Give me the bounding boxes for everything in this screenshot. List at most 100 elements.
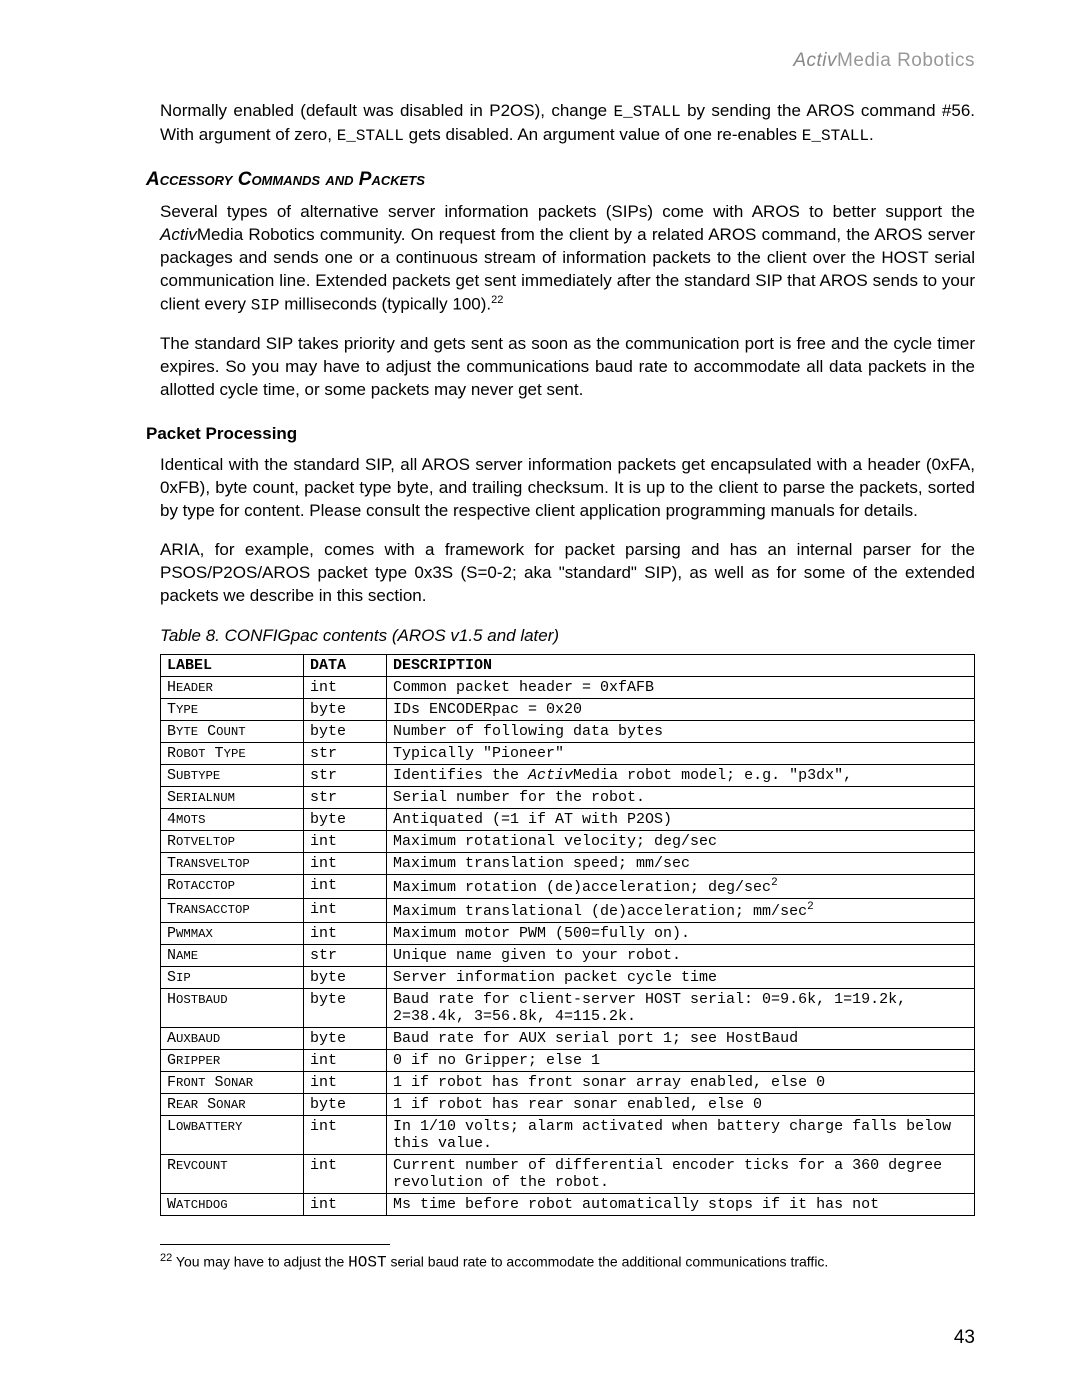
table-row: TYPEbyteIDs ENCODERpac = 0x20 — [161, 698, 975, 720]
table-row: HOSTBAUDbyteBaud rate for client-server … — [161, 988, 975, 1027]
table-row: REAR SONARbyte1 if robot has rear sonar … — [161, 1093, 975, 1115]
table-row: SERIALNUM strSerial number for the robot… — [161, 786, 975, 808]
table-cell-desc: 1 if robot has front sonar array enabled… — [387, 1071, 975, 1093]
table-cell-desc: Baud rate for client-server HOST serial:… — [387, 988, 975, 1027]
footnote-text-b: serial baud rate to accommodate the addi… — [387, 1253, 829, 1269]
table-row: AUXBAUDbyteBaud rate for AUX serial port… — [161, 1027, 975, 1049]
page-number: 43 — [954, 1327, 975, 1349]
table-cell-desc: Serial number for the robot. — [387, 786, 975, 808]
table-cell-desc: IDs ENCODERpac = 0x20 — [387, 698, 975, 720]
table-cell-desc: Maximum motor PWM (500=fully on). — [387, 922, 975, 944]
table-row: LOWBATTERY intIn 1/10 volts; alarm activ… — [161, 1115, 975, 1154]
p1-mono-2: E_STALL — [337, 127, 404, 145]
table-body: HEADERintCommon packet header = 0xfAFBTY… — [161, 676, 975, 1215]
table-cell-data: byte — [304, 988, 387, 1027]
table-cell-data: int — [304, 676, 387, 698]
table-cell-label: ROTACCTOP — [161, 874, 304, 898]
table-cell-label: TYPE — [161, 698, 304, 720]
table-cell-data: int — [304, 830, 387, 852]
table-cell-label: TRANSACCTOP — [161, 898, 304, 922]
table-cell-desc: 0 if no Gripper; else 1 — [387, 1049, 975, 1071]
table-cell-label: ROTVELTOP — [161, 830, 304, 852]
table-row: HEADERintCommon packet header = 0xfAFB — [161, 676, 975, 698]
brand-header: ActivMedia Robotics — [160, 50, 975, 72]
table-cell-data: byte — [304, 698, 387, 720]
packet-paragraph-2: ARIA, for example, comes with a framewor… — [160, 539, 975, 608]
table-cell-label: HEADER — [161, 676, 304, 698]
table-cell-desc: Maximum translation speed; mm/sec — [387, 852, 975, 874]
th-data: DATA — [304, 654, 387, 676]
table-cell-desc: 1 if robot has rear sonar enabled, else … — [387, 1093, 975, 1115]
table-row: BYTE COUNTbyteNumber of following data b… — [161, 720, 975, 742]
table-cell-desc: Identifies the ActivMedia robot model; e… — [387, 764, 975, 786]
table-cell-desc: Common packet header = 0xfAFB — [387, 676, 975, 698]
table-cell-data: byte — [304, 1027, 387, 1049]
table-cell-data: str — [304, 786, 387, 808]
packet-paragraph-1: Identical with the standard SIP, all ARO… — [160, 454, 975, 523]
intro-paragraph-1: Normally enabled (default was disabled i… — [160, 100, 975, 147]
heading-packet-processing: Packet Processing — [146, 424, 975, 444]
footnote-mono: HOST — [348, 1253, 386, 1271]
table-cell-data: str — [304, 944, 387, 966]
p1-text-c: gets disabled. An argument value of one … — [404, 125, 802, 144]
table-cell-desc: Unique name given to your robot. — [387, 944, 975, 966]
p1-text-a: Normally enabled (default was disabled i… — [160, 101, 613, 120]
table-cell-data: int — [304, 1154, 387, 1193]
table-row: NAME strUnique name given to your robot. — [161, 944, 975, 966]
table-cell-data: int — [304, 922, 387, 944]
p2-text-c: milliseconds (typically 100). — [280, 295, 492, 314]
table-cell-label: 4MOTS — [161, 808, 304, 830]
table-cell-label: REVCOUNT — [161, 1154, 304, 1193]
table-cell-desc: Server information packet cycle time — [387, 966, 975, 988]
footnote-separator — [160, 1244, 390, 1245]
p2-italic: Activ — [160, 225, 197, 244]
table-cell-data: int — [304, 1049, 387, 1071]
footnote-ref-22: 22 — [491, 294, 503, 306]
brand-rest: Media Robotics — [837, 50, 975, 71]
table-cell-data: int — [304, 898, 387, 922]
table-cell-data: byte — [304, 808, 387, 830]
p1-mono-3: E_STALL — [802, 127, 869, 145]
table-cell-label: PWMMAX — [161, 922, 304, 944]
table-cell-data: int — [304, 852, 387, 874]
table-row: ROTVELTOP intMaximum rotational velocity… — [161, 830, 975, 852]
th-label: LABEL — [161, 654, 304, 676]
accessory-paragraph-2: The standard SIP takes priority and gets… — [160, 333, 975, 402]
footnote-22: 22 You may have to adjust the HOST seria… — [160, 1251, 975, 1273]
table-cell-data: int — [304, 1071, 387, 1093]
table-cell-label: BYTE COUNT — [161, 720, 304, 742]
table-cell-label: WATCHDOG — [161, 1193, 304, 1215]
table-cell-desc: Ms time before robot automatically stops… — [387, 1193, 975, 1215]
table-cell-label: TRANSVELTOP — [161, 852, 304, 874]
table-cell-label: SERIALNUM — [161, 786, 304, 808]
table-caption: Table 8. CONFIGpac contents (AROS v1.5 a… — [160, 626, 975, 646]
table-cell-data: int — [304, 1115, 387, 1154]
table-row: PWMMAX intMaximum motor PWM (500=fully o… — [161, 922, 975, 944]
table-cell-desc: Antiquated (=1 if AT with P2OS) — [387, 808, 975, 830]
table-row: TRANSACCTOP intMaximum translational (de… — [161, 898, 975, 922]
table-row: ROTACCTOP intMaximum rotation (de)accele… — [161, 874, 975, 898]
table-cell-label: NAME — [161, 944, 304, 966]
table-cell-label: HOSTBAUD — [161, 988, 304, 1027]
table-cell-desc: In 1/10 volts; alarm activated when batt… — [387, 1115, 975, 1154]
table-cell-label: SIP — [161, 966, 304, 988]
table-row: TRANSVELTOP intMaximum translation speed… — [161, 852, 975, 874]
table-cell-desc: Maximum rotational velocity; deg/sec — [387, 830, 975, 852]
table-cell-data: int — [304, 1193, 387, 1215]
table-row: SUBTYPE strIdentifies the ActivMedia rob… — [161, 764, 975, 786]
table-cell-data: byte — [304, 966, 387, 988]
table-cell-data: byte — [304, 1093, 387, 1115]
table-cell-label: LOWBATTERY — [161, 1115, 304, 1154]
table-cell-desc: Maximum rotation (de)acceleration; deg/s… — [387, 874, 975, 898]
table-header-row: LABEL DATA DESCRIPTION — [161, 654, 975, 676]
table-cell-label: GRIPPER — [161, 1049, 304, 1071]
table-row: SIPbyteServer information packet cycle t… — [161, 966, 975, 988]
table-cell-label: ROBOT TYPE — [161, 742, 304, 764]
table-cell-desc: Current number of differential encoder t… — [387, 1154, 975, 1193]
page-container: ActivMedia Robotics Normally enabled (de… — [0, 0, 1080, 1397]
table-cell-label: FRONT SONAR — [161, 1071, 304, 1093]
p1-text-d: . — [869, 125, 874, 144]
heading-accessory: Accessory Commands and Packets — [146, 169, 975, 191]
p2-text-a: Several types of alternative server info… — [160, 202, 975, 221]
table-cell-desc: Number of following data bytes — [387, 720, 975, 742]
